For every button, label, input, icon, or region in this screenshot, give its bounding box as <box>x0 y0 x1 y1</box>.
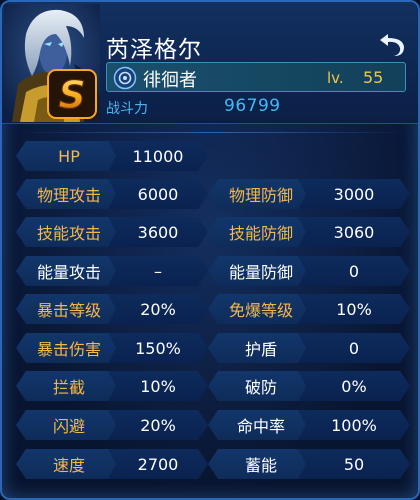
stat-label-physical-attack: 物理攻击 <box>16 179 122 209</box>
stat-value-skill-attack: 3600 <box>108 217 208 247</box>
level-value: 55 <box>363 68 384 87</box>
stat-label-hp: HP <box>16 141 122 171</box>
stat-value-hp: 11000 <box>108 141 208 171</box>
stat-value-skill-defense: 3060 <box>298 217 410 247</box>
stat-label-accuracy: 命中率 <box>208 410 314 440</box>
hero-stats-panel: 芮泽格尔 徘徊者 lv. 55 S 战斗力 96799 HP 11000 物理攻… <box>0 0 420 500</box>
power-value: 96799 <box>224 96 281 116</box>
stat-label-armor-break: 破防 <box>208 371 314 401</box>
stat-label-crit-damage: 暴击伤害 <box>16 333 122 363</box>
stat-value-crit-damage: 150% <box>108 333 208 363</box>
power-label: 战斗力 <box>106 101 148 117</box>
stat-value-armor-break: 0% <box>298 371 410 401</box>
stat-value-dodge: 20% <box>108 410 208 440</box>
stat-label-speed: 速度 <box>16 449 122 479</box>
stat-label-skill-defense: 技能防御 <box>208 217 314 247</box>
stat-label-shield: 护盾 <box>208 333 314 363</box>
hero-header: 芮泽格尔 徘徊者 lv. 55 S 战斗力 96799 <box>2 2 418 124</box>
stat-value-accuracy: 100% <box>298 410 410 440</box>
hero-name: 芮泽格尔 <box>106 37 202 63</box>
rank-letter: S <box>58 73 85 117</box>
stat-label-block: 拦截 <box>16 371 122 401</box>
class-emblem-icon <box>113 66 137 90</box>
stat-label-physical-defense: 物理防御 <box>208 179 314 209</box>
stat-value-shield: 0 <box>298 333 410 363</box>
stat-label-dodge: 闪避 <box>16 410 122 440</box>
stat-value-charge: 50 <box>298 449 410 479</box>
stat-value-physical-attack: 6000 <box>108 179 208 209</box>
back-arrow-icon <box>380 34 404 56</box>
rank-s-badge-icon: S <box>46 68 98 120</box>
stat-value-crit-rate: 20% <box>108 294 208 324</box>
hero-class-name: 徘徊者 <box>143 70 197 91</box>
divider <box>16 132 408 133</box>
stat-value-crit-resist: 10% <box>298 294 410 324</box>
stat-value-energy-defense: 0 <box>298 256 410 286</box>
stat-value-block: 10% <box>108 371 208 401</box>
stat-value-speed: 2700 <box>108 449 208 479</box>
stat-label-skill-attack: 技能攻击 <box>16 217 122 247</box>
stat-value-physical-defense: 3000 <box>298 179 410 209</box>
back-button[interactable] <box>376 28 408 58</box>
stat-value-energy-attack: – <box>108 256 208 286</box>
stat-label-charge: 蓄能 <box>208 449 314 479</box>
class-bar: 徘徊者 lv. 55 <box>106 62 406 92</box>
stat-label-energy-defense: 能量防御 <box>208 256 314 286</box>
level-label: lv. <box>327 69 344 87</box>
stat-label-energy-attack: 能量攻击 <box>16 256 122 286</box>
stat-label-crit-resist: 免爆等级 <box>208 294 314 324</box>
stat-label-crit-rate: 暴击等级 <box>16 294 122 324</box>
